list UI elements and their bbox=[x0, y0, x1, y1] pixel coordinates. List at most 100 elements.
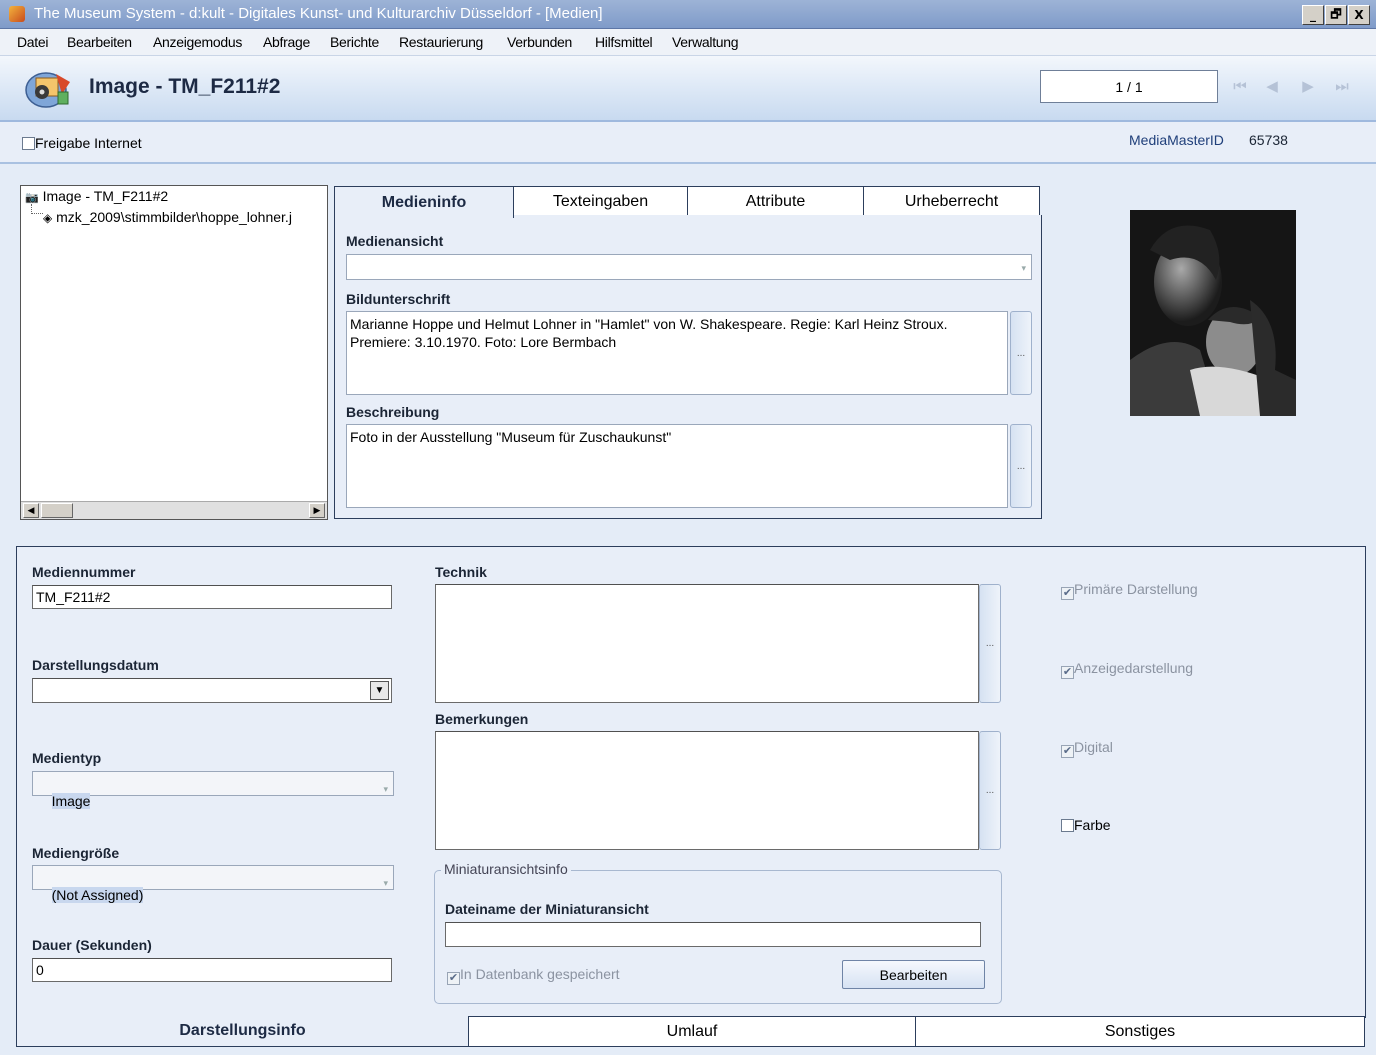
media-master-id-label: MediaMasterID bbox=[1129, 132, 1224, 148]
tree-file-label: mzk_2009\stimmbilder\hoppe_lohner.j bbox=[56, 209, 292, 225]
restore-button[interactable]: 🗗 bbox=[1325, 5, 1347, 25]
dropdown-arrow-icon: ▾ bbox=[1021, 263, 1026, 273]
bemerkungen-label: Bemerkungen bbox=[435, 711, 529, 727]
menu-anzeigemodus[interactable]: Anzeigemodus bbox=[153, 34, 242, 50]
media-tree[interactable]: 📷 Image - TM_F211#2 ◈ mzk_2009\stimmbild… bbox=[20, 185, 328, 520]
dauer-label: Dauer (Sekunden) bbox=[32, 937, 152, 953]
bildunterschrift-ellipsis-button[interactable]: ... bbox=[1010, 311, 1032, 395]
medieninfo-panel: Medienansicht ▾ Bildunterschrift Mariann… bbox=[334, 215, 1042, 519]
primaere-darstellung-label: Primäre Darstellung bbox=[1074, 581, 1198, 597]
mediengroesse-select[interactable]: (Not Assigned) ▾ bbox=[32, 865, 394, 903]
menu-restaurierung[interactable]: Restaurierung bbox=[399, 34, 483, 50]
in-datenbank-checkbox[interactable]: ✔ In Datenbank gespeichert bbox=[447, 966, 620, 985]
menu-verwaltung[interactable]: Verwaltung bbox=[672, 34, 739, 50]
dropdown-arrow-icon: ▾ bbox=[383, 878, 388, 888]
medientyp-label: Medientyp bbox=[32, 750, 102, 766]
medienansicht-label: Medienansicht bbox=[346, 233, 444, 249]
last-record-icon[interactable]: ⏭ bbox=[1332, 76, 1352, 96]
tree-connector bbox=[31, 204, 43, 214]
tab-darstellungsinfo[interactable]: Darstellungsinfo bbox=[16, 1016, 468, 1047]
medientyp-value: Image bbox=[51, 793, 91, 809]
dropdown-arrow-icon: ▾ bbox=[383, 784, 388, 794]
bildunterschrift-label: Bildunterschrift bbox=[346, 291, 451, 307]
miniaturansicht-group-label: Miniaturansichtsinfo bbox=[441, 861, 571, 877]
record-counter[interactable]: 1 / 1 bbox=[1040, 70, 1218, 103]
checkbox-box[interactable] bbox=[1061, 819, 1074, 832]
menu-verbunden[interactable]: Verbunden bbox=[507, 34, 572, 50]
beschreibung-label: Beschreibung bbox=[346, 404, 440, 420]
scroll-left-icon[interactable]: ◀ bbox=[23, 503, 39, 518]
window-title-bar[interactable]: The Museum System - d:kult - Digitales K… bbox=[0, 0, 1376, 29]
medienansicht-select[interactable]: ▾ bbox=[346, 254, 1032, 280]
checkbox-box[interactable] bbox=[22, 137, 35, 150]
tree-horizontal-scrollbar[interactable]: ◀ ▶ bbox=[21, 501, 327, 519]
app-icon bbox=[9, 6, 25, 22]
tab-attribute[interactable]: Attribute bbox=[687, 186, 864, 217]
menu-bearbeiten[interactable]: Bearbeiten bbox=[67, 34, 132, 50]
media-preview-image bbox=[1130, 210, 1296, 416]
farbe-label: Farbe bbox=[1074, 817, 1111, 833]
record-header: Image - TM_F211#2 1 / 1 ⏮ ◀ ▶ ⏭ bbox=[0, 56, 1376, 122]
dateiname-input[interactable] bbox=[445, 922, 981, 947]
menu-bar: Datei Bearbeiten Anzeigemodus Abfrage Be… bbox=[0, 29, 1376, 56]
scroll-right-icon[interactable]: ▶ bbox=[309, 503, 325, 518]
anzeigedarstellung-checkbox[interactable]: ✔ Anzeigedarstellung bbox=[1061, 660, 1193, 679]
media-icon bbox=[25, 72, 70, 108]
beschreibung-ellipsis-button[interactable]: ... bbox=[1010, 424, 1032, 508]
mediennummer-input[interactable]: TM_F211#2 bbox=[32, 585, 392, 609]
tree-item-file[interactable]: ◈ mzk_2009\stimmbilder\hoppe_lohner.j bbox=[43, 209, 327, 225]
minimize-button[interactable]: _ bbox=[1302, 5, 1324, 25]
dateiname-label: Dateiname der Miniaturansicht bbox=[445, 901, 649, 917]
menu-abfrage[interactable]: Abfrage bbox=[263, 34, 310, 50]
primaere-darstellung-checkbox[interactable]: ✔ Primäre Darstellung bbox=[1061, 581, 1198, 600]
previous-record-icon[interactable]: ◀ bbox=[1262, 76, 1282, 96]
close-button[interactable]: X bbox=[1348, 5, 1370, 25]
mediengroesse-value: (Not Assigned) bbox=[51, 887, 144, 903]
bemerkungen-ellipsis-button[interactable]: ... bbox=[979, 731, 1001, 850]
menu-berichte[interactable]: Berichte bbox=[330, 34, 379, 50]
freigabe-internet-label: Freigabe Internet bbox=[35, 135, 142, 151]
tab-umlauf[interactable]: Umlauf bbox=[468, 1016, 916, 1047]
first-record-icon[interactable]: ⏮ bbox=[1230, 76, 1250, 96]
technik-field[interactable] bbox=[435, 584, 979, 703]
checkbox-checked-icon[interactable]: ✔ bbox=[1061, 745, 1074, 758]
next-record-icon[interactable]: ▶ bbox=[1298, 76, 1318, 96]
tree-root-label: Image - TM_F211#2 bbox=[42, 188, 169, 204]
farbe-checkbox[interactable]: Farbe bbox=[1061, 817, 1111, 833]
tab-texteingaben[interactable]: Texteingaben bbox=[513, 186, 688, 217]
menu-hilfsmittel[interactable]: Hilfsmittel bbox=[595, 34, 653, 50]
window-title: The Museum System - d:kult - Digitales K… bbox=[34, 5, 603, 22]
bildunterschrift-field[interactable]: Marianne Hoppe und Helmut Lohner in "Ham… bbox=[346, 311, 1008, 395]
freigabe-internet-checkbox[interactable]: Freigabe Internet bbox=[22, 135, 142, 151]
medientyp-select[interactable]: Image ▾ bbox=[32, 771, 394, 809]
media-master-id-value: 65738 bbox=[1249, 132, 1288, 148]
anzeigedarstellung-label: Anzeigedarstellung bbox=[1074, 660, 1194, 676]
tab-medieninfo[interactable]: Medieninfo bbox=[334, 186, 514, 218]
darstellungsdatum-label: Darstellungsdatum bbox=[32, 657, 159, 673]
miniaturansicht-group: Miniaturansichtsinfo Dateiname der Minia… bbox=[434, 861, 1002, 1004]
digital-label: Digital bbox=[1074, 739, 1113, 755]
scroll-thumb[interactable] bbox=[41, 503, 73, 518]
dauer-input[interactable]: 0 bbox=[32, 958, 392, 982]
tree-item-root[interactable]: 📷 Image - TM_F211#2 bbox=[25, 188, 168, 204]
page-title: Image - TM_F211#2 bbox=[89, 75, 281, 98]
menu-datei[interactable]: Datei bbox=[17, 34, 48, 50]
checkbox-checked-icon[interactable]: ✔ bbox=[447, 972, 460, 985]
technik-label: Technik bbox=[435, 564, 487, 580]
camera-icon: 📷 bbox=[25, 192, 39, 204]
bearbeiten-button[interactable]: Bearbeiten bbox=[842, 960, 985, 989]
checkbox-checked-icon[interactable]: ✔ bbox=[1061, 666, 1074, 679]
beschreibung-field[interactable]: Foto in der Ausstellung "Museum für Zusc… bbox=[346, 424, 1008, 508]
technik-ellipsis-button[interactable]: ... bbox=[979, 584, 1001, 703]
bemerkungen-field[interactable] bbox=[435, 731, 979, 850]
checkbox-checked-icon[interactable]: ✔ bbox=[1061, 587, 1074, 600]
mediengroesse-label: Mediengröße bbox=[32, 845, 120, 861]
digital-checkbox[interactable]: ✔ Digital bbox=[1061, 739, 1113, 758]
mediennummer-label: Mediennummer bbox=[32, 564, 136, 580]
darstellungsdatum-picker[interactable]: ▼ bbox=[32, 678, 392, 703]
date-dropdown-icon[interactable]: ▼ bbox=[370, 681, 389, 700]
tab-sonstiges[interactable]: Sonstiges bbox=[915, 1016, 1365, 1047]
in-datenbank-label: In Datenbank gespeichert bbox=[460, 966, 620, 982]
tab-urheberrecht[interactable]: Urheberrecht bbox=[863, 186, 1040, 217]
record-subheader: Freigabe Internet MediaMasterID 65738 bbox=[0, 122, 1376, 164]
